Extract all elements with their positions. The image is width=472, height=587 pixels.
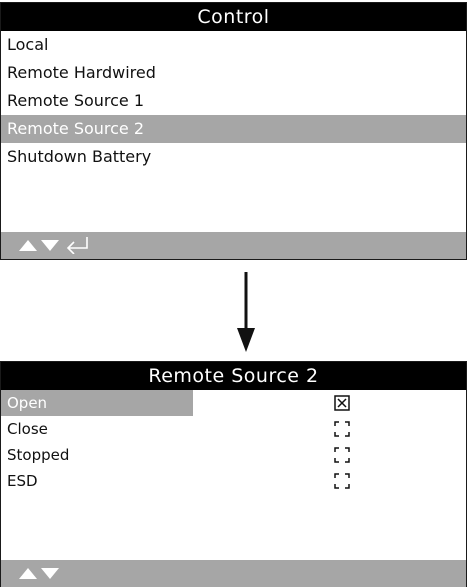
remote-source-2-screen: Remote Source 2 Open Close Stopped ESD	[0, 361, 467, 587]
control-screen: Control Local Remote Hardwired Remote So…	[0, 2, 467, 260]
remote-source-2-footer	[1, 560, 466, 587]
control-menu-list: Local Remote Hardwired Remote Source 1 R…	[1, 31, 466, 171]
control-footer	[1, 232, 466, 259]
up-arrow-icon[interactable]	[19, 568, 37, 579]
down-arrow-icon[interactable]	[41, 568, 59, 579]
row-close[interactable]: Close	[1, 416, 466, 442]
down-arrow-icon[interactable]	[41, 240, 59, 251]
up-arrow-icon[interactable]	[19, 240, 37, 251]
row-stopped-label: Stopped	[7, 446, 70, 464]
enter-icon[interactable]	[65, 236, 89, 254]
row-close-label: Close	[7, 420, 48, 438]
menu-item-shutdown-battery[interactable]: Shutdown Battery	[1, 143, 466, 171]
row-stopped[interactable]: Stopped	[1, 442, 466, 468]
down-arrow-connector-icon	[237, 272, 255, 352]
checkbox-empty-icon[interactable]	[334, 447, 350, 463]
row-esd-label: ESD	[7, 472, 38, 490]
checkbox-empty-icon[interactable]	[334, 421, 350, 437]
menu-item-remote-source-1[interactable]: Remote Source 1	[1, 87, 466, 115]
menu-item-local[interactable]: Local	[1, 31, 466, 59]
remote-source-2-list: Open Close Stopped ESD	[1, 390, 466, 494]
row-esd[interactable]: ESD	[1, 468, 466, 494]
menu-item-remote-source-2[interactable]: Remote Source 2	[1, 115, 466, 143]
remote-source-2-title: Remote Source 2	[1, 362, 466, 390]
checkbox-checked-icon[interactable]	[334, 395, 350, 411]
row-open-label: Open	[1, 390, 193, 416]
menu-item-remote-hardwired[interactable]: Remote Hardwired	[1, 59, 466, 87]
control-title: Control	[1, 3, 466, 31]
row-open[interactable]: Open	[1, 390, 466, 416]
checkbox-empty-icon[interactable]	[334, 473, 350, 489]
